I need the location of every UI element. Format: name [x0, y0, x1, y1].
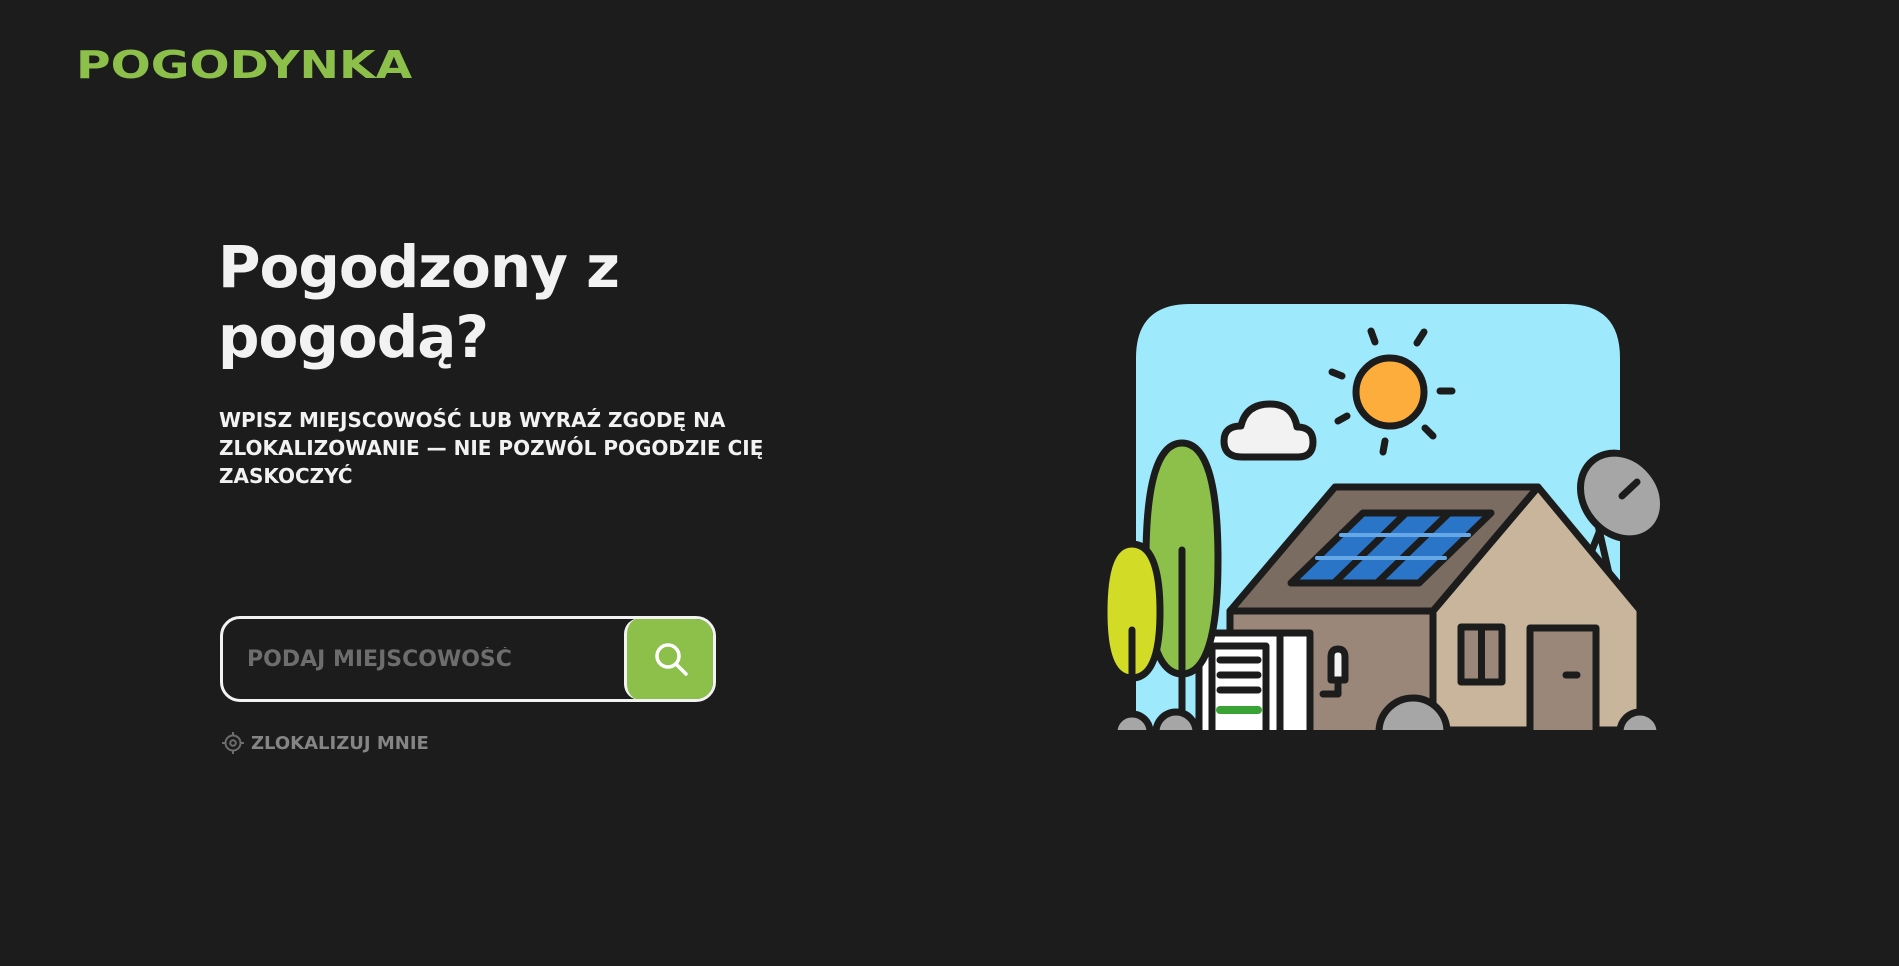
locate-me-label: ZLOKALIZUJ MNIE	[251, 732, 429, 754]
search-form	[220, 616, 716, 702]
energy-storage-icon	[1195, 629, 1314, 730]
brand-logo[interactable]: POGODYNKA	[76, 44, 412, 88]
crosshair-icon	[222, 732, 244, 754]
locate-me-link[interactable]: ZLOKALIZUJ MNIE	[221, 731, 429, 755]
house-illustration	[1100, 304, 1667, 730]
house-window	[1457, 623, 1506, 686]
search-button[interactable]	[624, 619, 713, 699]
search-icon	[654, 643, 688, 676]
hero-title: Pogodzony z pogodą?	[218, 233, 620, 371]
hero-subtitle: WPISZ MIEJSCOWOŚĆ LUB WYRAŹ ZGODĘ NA ZLO…	[219, 408, 764, 488]
search-input[interactable]	[223, 619, 624, 699]
house-door	[1526, 624, 1600, 730]
